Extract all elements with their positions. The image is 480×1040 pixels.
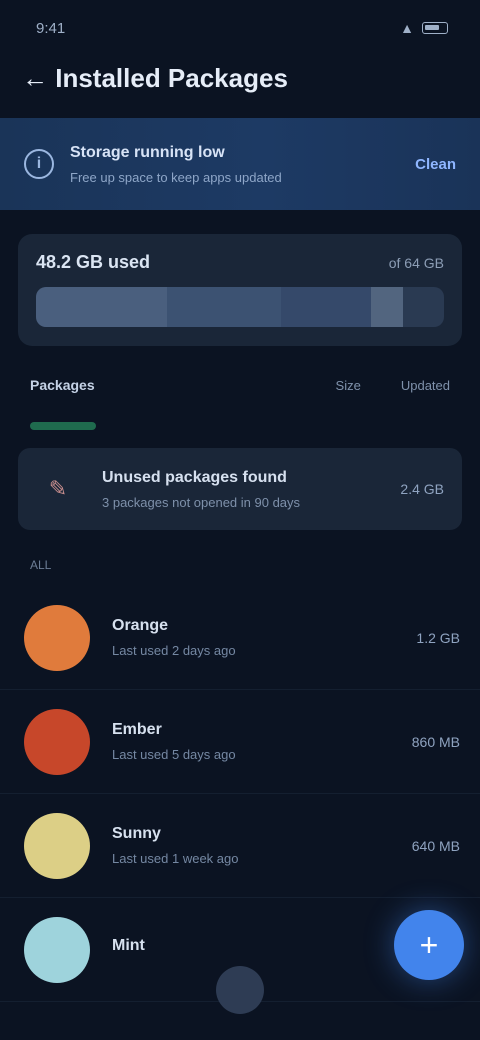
app-desc: Last used 2 days ago [112, 643, 236, 658]
section-title: Packages [30, 377, 95, 393]
app-body: Ember Last used 5 days ago [112, 721, 390, 762]
storage-segment [370, 287, 404, 327]
storage-segment [166, 287, 281, 327]
status-time: 9:41 [36, 19, 66, 37]
signal-icon: ▲ [400, 20, 414, 36]
storage-card: 48.2 GB used of 64 GB [18, 234, 462, 346]
plus-icon: + [419, 926, 439, 963]
apps-section-label: ALL [30, 558, 52, 572]
app-icon [24, 916, 90, 983]
app-body: Mint [112, 937, 438, 963]
app-icon [24, 708, 90, 775]
recommendation-subtitle: 3 packages not opened in 90 days [102, 494, 301, 510]
app-name: Mint [112, 936, 145, 954]
add-fab-button[interactable]: + [394, 910, 464, 980]
recommendation-body: Unused packages found 3 packages not ope… [102, 469, 378, 510]
app-body: Orange Last used 2 days ago [112, 617, 394, 658]
app-size: 640 MB [411, 837, 460, 854]
app-desc: Last used 1 week ago [112, 851, 239, 866]
app-name: Sunny [112, 825, 161, 842]
list-item[interactable]: Ember Last used 5 days ago 860 MB [0, 690, 480, 794]
storage-used: 48.2 GB used [36, 252, 151, 272]
storage-segment [36, 287, 167, 327]
status-bar: 9:41 ▲ [0, 0, 480, 56]
app-screen: 9:41 ▲ ← Installed Packages i Storage ru… [0, 0, 480, 1040]
storage-total: of 64 GB [388, 255, 444, 271]
section-header: Packages Size Updated [0, 372, 480, 398]
app-icon [24, 604, 90, 671]
banner-subtitle: Free up space to keep apps updated [70, 169, 282, 185]
storage-bar [36, 287, 444, 327]
list-item[interactable]: Orange Last used 2 days ago 1.2 GB [0, 586, 480, 690]
app-name: Orange [112, 617, 169, 634]
list-item[interactable]: Sunny Last used 1 week ago 640 MB [0, 794, 480, 898]
storage-summary: 48.2 GB used of 64 GB [36, 252, 444, 273]
battery-icon [422, 22, 448, 34]
app-name: Ember [112, 721, 162, 738]
recommendation-size: 2.4 GB [400, 481, 444, 497]
status-icons: ▲ [400, 20, 448, 36]
recommendation-title: Unused packages found [102, 468, 287, 486]
app-size: 860 MB [411, 733, 460, 750]
page-header: ← Installed Packages [0, 56, 480, 100]
app-desc: Last used 5 days ago [112, 747, 236, 762]
app-icon [24, 812, 90, 879]
recommend-label-bar [30, 422, 96, 430]
recommendation-card[interactable]: ✎ Unused packages found 3 packages not o… [18, 448, 462, 530]
sort-updated-button[interactable]: Updated [401, 378, 450, 393]
page-title[interactable]: ← Installed Packages [22, 63, 288, 94]
broom-icon: ✎ [48, 476, 68, 501]
section-meta: Size Updated [336, 378, 450, 393]
info-text: Storage running low Free up space to kee… [70, 144, 399, 185]
info-banner[interactable]: i Storage running low Free up space to k… [0, 118, 480, 210]
app-body: Sunny Last used 1 week ago [112, 825, 390, 866]
banner-action-button[interactable]: Clean [415, 156, 456, 173]
home-button[interactable] [216, 966, 264, 1014]
app-size: 1.2 GB [416, 629, 460, 646]
banner-title: Storage running low [70, 143, 225, 161]
info-icon: i [24, 149, 54, 179]
sort-size-button[interactable]: Size [336, 378, 361, 393]
storage-segment [280, 287, 371, 327]
